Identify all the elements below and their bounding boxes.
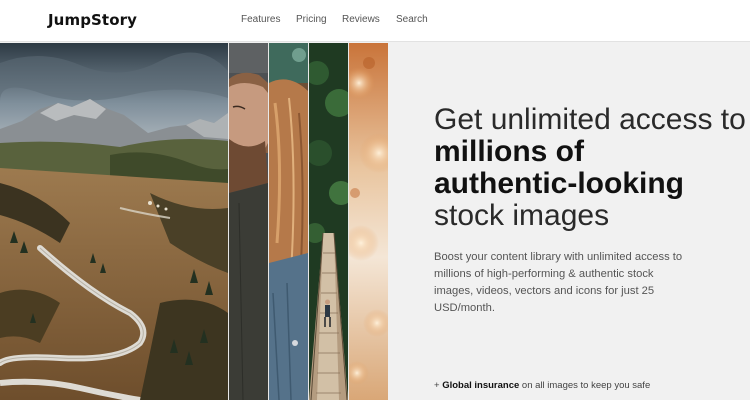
hero-headline: Get unlimited access to millions of auth… xyxy=(434,103,746,232)
nav-link-features[interactable]: Features xyxy=(241,14,280,25)
hero-copy: Get unlimited access to millions of auth… xyxy=(434,103,746,317)
navbar: JumpStory Features Pricing Reviews Searc… xyxy=(0,0,750,42)
portrait-woman-photo xyxy=(269,43,308,400)
insurance-note: + Global insurance on all images to keep… xyxy=(434,380,650,391)
headline-line: stock images xyxy=(434,199,610,232)
insurance-prefix: + xyxy=(434,380,443,391)
landscape-photo xyxy=(0,43,228,400)
bokeh-lights-photo xyxy=(349,43,388,400)
nav-link-reviews[interactable]: Reviews xyxy=(342,14,380,25)
nav-link-pricing[interactable]: Pricing xyxy=(296,14,327,25)
nav-link-search[interactable]: Search xyxy=(396,14,428,25)
hero-image-collage xyxy=(0,43,388,400)
insurance-suffix: on all images to keep you safe xyxy=(519,380,651,391)
nav-links: Features Pricing Reviews Search xyxy=(0,14,750,28)
headline-line-bold: millions of xyxy=(434,135,584,168)
headline-line: Get unlimited access to xyxy=(434,103,746,136)
hero-subtext: Boost your content library with unlimite… xyxy=(434,251,683,314)
forest-bridge-photo xyxy=(309,43,348,400)
headline-line-bold: authentic-looking xyxy=(434,167,684,200)
portrait-man-photo xyxy=(229,43,268,400)
insurance-highlight: Global insurance xyxy=(442,380,520,391)
